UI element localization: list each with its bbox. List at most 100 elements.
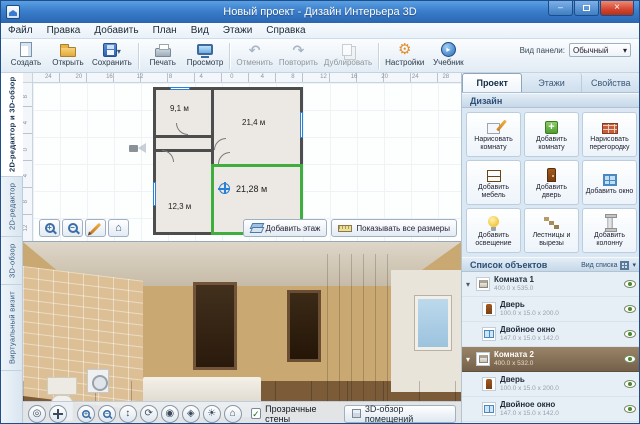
print-label: Печать [150, 58, 176, 67]
list-item-room-2-selected[interactable]: ▾ Комната 2 400.0 x 532.0 [462, 347, 640, 372]
window-marker[interactable] [153, 182, 156, 206]
orbit-button[interactable]: ⟳ [140, 405, 158, 423]
tab-virtual-visit[interactable]: Виртуальный визит [1, 285, 23, 371]
print-button[interactable]: Печать [142, 40, 184, 71]
settings-button[interactable]: ⚙ Настройки [382, 40, 427, 71]
title-bar[interactable]: Новый проект - Дизайн Интерьера 3D – × [1, 1, 639, 23]
plan-canvas[interactable]: 9,1 м 21,4 м 21,28 м 12,3 м ⌂ Добавить э… [33, 83, 461, 241]
door-icon [482, 377, 496, 391]
preview-button[interactable]: Просмотр [184, 40, 227, 71]
floor-plan[interactable]: 9,1 м 21,4 м 21,28 м 12,3 м [153, 87, 303, 235]
pan-button[interactable] [49, 405, 67, 423]
zoom-in-button[interactable] [39, 219, 60, 237]
measure-button[interactable] [85, 219, 106, 237]
add-door-button[interactable]: Добавить дверь [524, 160, 579, 205]
light-button[interactable]: ☀ [203, 405, 221, 423]
redo-label: Повторить [279, 58, 318, 67]
door-arc[interactable] [218, 152, 230, 164]
visibility-eye-icon[interactable] [624, 280, 636, 288]
add-lighting-button[interactable]: Добавить освещение [466, 208, 521, 253]
duplicate-pages-icon [342, 44, 352, 56]
duplicate-button[interactable]: Дублировать [321, 40, 375, 71]
object-size: 400.0 x 535.0 [494, 285, 620, 293]
zoom-out-button[interactable] [62, 219, 83, 237]
zoom-out-3d-button[interactable] [98, 405, 116, 423]
tab-3d-view[interactable]: 3D-обзор [1, 237, 23, 285]
menu-floors[interactable]: Этажи [216, 23, 260, 38]
add-room-icon [545, 121, 558, 134]
add-furniture-button[interactable]: Добавить мебель [466, 160, 521, 205]
new-button[interactable]: Создать [5, 40, 47, 71]
home-view-button[interactable]: ⌂ [224, 405, 242, 423]
expander-icon[interactable]: ▾ [466, 280, 476, 289]
door-icon [547, 168, 556, 182]
show-all-sizes-button[interactable]: Показывать все размеры [331, 219, 457, 237]
add-floor-button[interactable]: Добавить этаж [243, 219, 328, 237]
list-item-door[interactable]: Дверь 100.0 x 15.0 x 200.0 [462, 297, 640, 322]
door-arc[interactable] [214, 138, 226, 150]
zoom-in-3d-button[interactable] [77, 405, 95, 423]
add-room-button[interactable]: Добавить комнату [524, 112, 579, 157]
fit-home-button[interactable]: ⌂ [108, 219, 129, 237]
panel-view-select[interactable]: Обычный ▾ [569, 43, 631, 57]
elevation-button[interactable]: ↕ [119, 405, 137, 423]
list-item-double-window[interactable]: Двойное окно 147.0 x 15.0 x 142.0 [462, 397, 640, 422]
tab-2d-editor[interactable]: 2D-редактор [1, 177, 23, 237]
chevron-down-icon[interactable]: ▾ [632, 259, 636, 273]
menu-file[interactable]: Файл [1, 23, 40, 38]
visibility-eye-icon[interactable] [624, 330, 636, 338]
draw-room-button[interactable]: Нарисовать комнату [466, 112, 521, 157]
menu-view[interactable]: Вид [184, 23, 216, 38]
window-marker[interactable] [300, 112, 303, 138]
add-window-button[interactable]: Добавить окно [582, 160, 637, 205]
furniture-icon [487, 170, 501, 182]
save-dropdown-icon[interactable]: ▾ [117, 47, 121, 56]
transparent-walls-checkbox[interactable]: ✓ Прозрачные стены [251, 404, 339, 424]
menu-add[interactable]: Добавить [87, 23, 145, 38]
open-button[interactable]: Открыть [47, 40, 89, 71]
list-item-door[interactable]: Дверь 100.0 x 15.0 x 200.0 [462, 372, 640, 397]
menu-bar: Файл Правка Добавить План Вид Этажи Спра… [1, 23, 639, 39]
redo-button[interactable]: ↷ Повторить [276, 40, 321, 71]
window-marker[interactable] [170, 87, 190, 90]
tab-2d-3d-combined[interactable]: 2D-редактор и 3D-обзор [1, 73, 23, 177]
undo-button[interactable]: ↶ Отменить [233, 40, 276, 71]
stairs-openings-button[interactable]: Лестницы и вырезы [524, 208, 579, 253]
pencil-icon [90, 222, 101, 233]
checkbox-check-icon: ✓ [251, 408, 261, 419]
save-floppy-icon [103, 43, 117, 57]
menu-plan[interactable]: План [146, 23, 184, 38]
object-size: 100.0 x 15.0 x 200.0 [500, 310, 620, 318]
list-item-double-window[interactable]: Двойное окно 147.0 x 15.0 x 142.0 [462, 322, 640, 347]
tutorial-button[interactable]: ▸ Учебник [427, 40, 469, 71]
viewport-3d[interactable]: ◎ ↕ ⟳ ◉ ◈ ☀ ⌂ ✓ Прозрачные стены 3D-обзо… [23, 241, 461, 424]
walk-mode-button[interactable]: ◈ [182, 405, 200, 423]
undo-label: Отменить [236, 58, 273, 67]
draw-partition-button[interactable]: Нарисовать перегородку [582, 112, 637, 157]
add-column-button[interactable]: Добавить колонну [582, 208, 637, 253]
tab-floors[interactable]: Этажи [522, 73, 581, 92]
menu-edit[interactable]: Правка [40, 23, 88, 38]
wall[interactable] [156, 135, 214, 138]
close-button[interactable]: × [600, 1, 634, 16]
camera-icon[interactable] [129, 145, 138, 152]
minimize-button[interactable]: – [548, 1, 573, 16]
mode-tab-strip: 2D-редактор и 3D-обзор 2D-редактор 3D-об… [1, 73, 23, 423]
save-button[interactable]: ▾ Сохранить [89, 40, 135, 71]
compass-button[interactable]: ◎ [28, 405, 46, 423]
visibility-eye-icon[interactable] [624, 355, 636, 363]
list-view-grid-icon[interactable] [620, 261, 629, 270]
expander-icon[interactable]: ▾ [466, 355, 476, 364]
room-area-label: 21,4 м [242, 118, 265, 127]
maximize-button[interactable] [574, 1, 599, 16]
visibility-eye-icon[interactable] [624, 305, 636, 313]
menu-help[interactable]: Справка [259, 23, 312, 38]
visibility-eye-icon[interactable] [624, 405, 636, 413]
door-arc[interactable] [176, 123, 188, 135]
tab-properties[interactable]: Свойства [582, 73, 640, 92]
visibility-eye-icon[interactable] [624, 380, 636, 388]
look-around-button[interactable]: ◉ [161, 405, 179, 423]
list-item-room-1[interactable]: ▾ Комната 1 400.0 x 535.0 [462, 272, 640, 297]
rooms-overview-button[interactable]: 3D-обзор помещений [344, 405, 456, 423]
tab-project[interactable]: Проект [462, 73, 522, 92]
